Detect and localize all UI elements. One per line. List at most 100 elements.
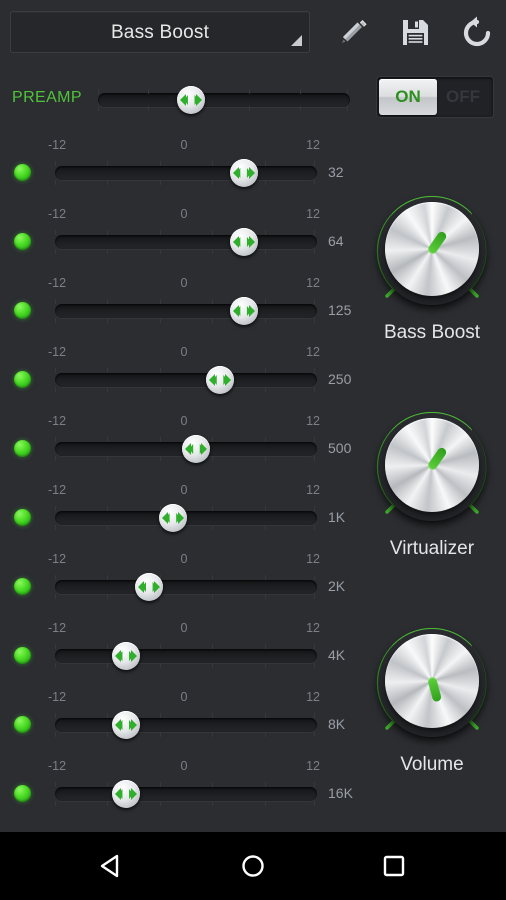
eq-band-row: -12 0 12 1K [0,483,360,552]
knob-face[interactable] [385,418,479,512]
band-scale: -12 0 12 [48,552,320,568]
band-enable-led[interactable] [14,647,31,664]
band-slider[interactable] [55,297,317,325]
band-thumb[interactable] [229,228,258,256]
band-thumb[interactable] [229,159,258,187]
power-off-button[interactable]: OFF [437,79,489,115]
knob-1[interactable] [371,406,493,528]
preset-spinner[interactable]: Bass Boost [10,11,310,53]
eq-band-row: -12 0 12 64 [0,207,360,276]
band-slider[interactable] [55,228,317,256]
preamp-label: PREAMP [12,89,82,106]
band-slider[interactable] [55,504,317,532]
eq-band-row: -12 0 12 125 [0,276,360,345]
square-recents-icon[interactable] [344,832,444,900]
scale-min-label: -12 [48,276,67,290]
band-thumb[interactable] [111,780,140,808]
effect-knobs: Bass Boost Virtualizer Volume [358,190,506,838]
band-slider[interactable] [55,780,317,808]
band-scale: -12 0 12 [48,483,320,499]
knob-face[interactable] [385,202,479,296]
preamp-thumb[interactable] [177,86,206,114]
scale-max-label: 12 [306,621,320,635]
eq-band-row: -12 0 12 32 [0,138,360,207]
band-track[interactable] [55,718,317,732]
band-enable-led[interactable] [14,785,31,802]
knob-control: Virtualizer [358,406,506,622]
band-thumb[interactable] [229,297,258,325]
band-slider[interactable] [55,642,317,670]
preamp-slider[interactable] [98,86,350,114]
band-track[interactable] [55,235,317,249]
eq-band-row: -12 0 12 8K [0,690,360,759]
knob-control: Bass Boost [358,190,506,406]
scale-mid-label: 0 [180,414,188,428]
band-frequency-label: 32 [328,164,344,180]
scale-min-label: -12 [48,207,67,221]
scale-max-label: 12 [306,552,320,566]
band-track[interactable] [55,166,317,180]
scale-mid-label: 0 [180,138,188,152]
scale-mid-label: 0 [180,276,188,290]
android-navigation-bar [0,832,506,900]
eq-band-row: -12 0 12 500 [0,414,360,483]
scale-mid-label: 0 [180,621,188,635]
band-track[interactable] [55,580,317,594]
eq-band-row: -12 0 12 2K [0,552,360,621]
band-slider[interactable] [55,366,317,394]
equalizer-bands: -12 0 12 32 -12 0 12 64 -12 0 12 125 -12 0 12 250 -12 0 12… [0,138,360,828]
scale-max-label: 12 [306,690,320,704]
band-slider[interactable] [55,711,317,739]
power-on-button[interactable]: ON [379,79,437,115]
band-scale: -12 0 12 [48,414,320,430]
rotate-left-icon[interactable] [457,12,497,52]
band-thumb[interactable] [135,573,164,601]
knob-0[interactable] [371,190,493,312]
band-scale: -12 0 12 [48,207,320,223]
band-slider[interactable] [55,159,317,187]
band-track[interactable] [55,649,317,663]
band-thumb[interactable] [111,642,140,670]
band-track[interactable] [55,373,317,387]
pencil-icon[interactable] [333,12,373,52]
scale-min-label: -12 [48,138,67,152]
scale-min-label: -12 [48,414,67,428]
scale-max-label: 12 [306,759,320,773]
equalizer-app: Bass Boost PREAMP ON OFF -12 0 12 32 -12… [0,0,506,832]
eq-band-row: -12 0 12 16K [0,759,360,828]
band-thumb[interactable] [158,504,187,532]
band-thumb[interactable] [206,366,235,394]
scale-min-label: -12 [48,690,67,704]
band-slider[interactable] [55,435,317,463]
preset-name-label: Bass Boost [110,22,210,43]
scale-min-label: -12 [48,759,67,773]
band-enable-led[interactable] [14,302,31,319]
knob-face[interactable] [385,634,479,728]
band-enable-led[interactable] [14,233,31,250]
band-enable-led[interactable] [14,716,31,733]
toolbar: Bass Boost [0,0,506,62]
band-enable-led[interactable] [14,371,31,388]
band-scale: -12 0 12 [48,138,320,154]
band-enable-led[interactable] [14,164,31,181]
band-enable-led[interactable] [14,509,31,526]
triangle-down-right-icon [291,35,302,46]
eq-band-row: -12 0 12 4K [0,621,360,690]
band-thumb[interactable] [111,711,140,739]
band-track[interactable] [55,304,317,318]
preamp-track[interactable] [98,93,350,107]
knob-2[interactable] [371,622,493,744]
band-enable-led[interactable] [14,440,31,457]
knob-control: Volume [358,622,506,838]
band-track[interactable] [55,787,317,801]
floppy-disk-icon[interactable] [395,12,435,52]
scale-mid-label: 0 [180,483,188,497]
band-scale: -12 0 12 [48,276,320,292]
band-enable-led[interactable] [14,578,31,595]
triangle-back-icon[interactable] [62,832,162,900]
band-slider[interactable] [55,573,317,601]
circle-home-icon[interactable] [203,832,303,900]
band-thumb[interactable] [182,435,211,463]
band-scale: -12 0 12 [48,345,320,361]
power-toggle[interactable]: ON OFF [376,76,494,118]
